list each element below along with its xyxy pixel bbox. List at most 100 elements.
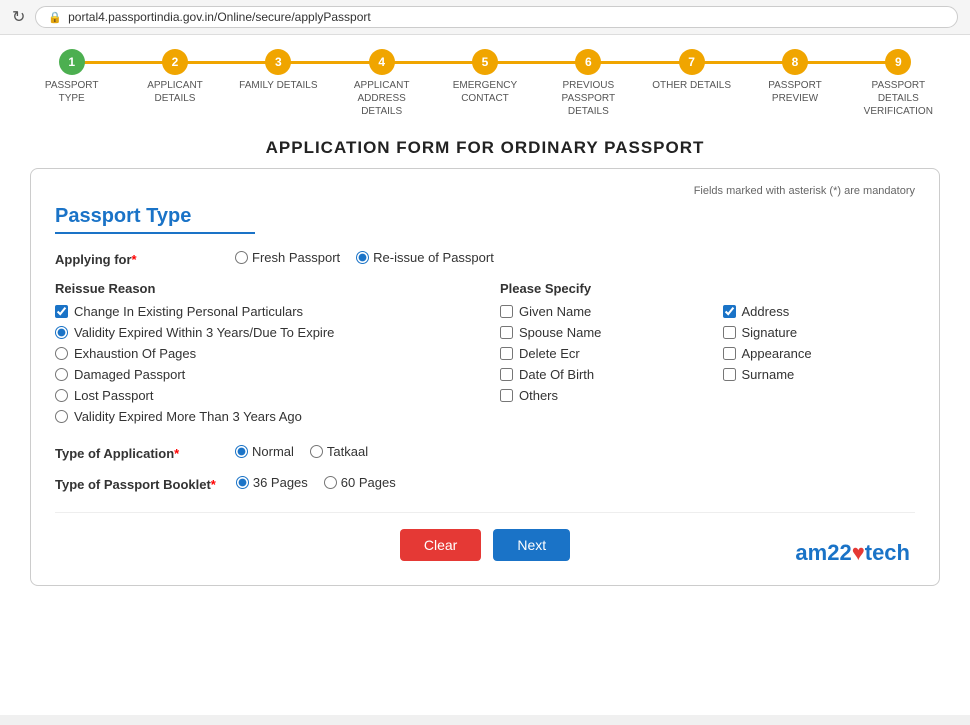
reissue-passport-radio[interactable] — [356, 251, 369, 264]
specify-col-1: Given Name Spouse Name Delete Ecr — [500, 304, 693, 409]
button-row: Clear Next — [55, 512, 915, 561]
reissue-radio-3[interactable] — [55, 368, 68, 381]
tatkaal-radio[interactable] — [310, 445, 323, 458]
step-circle-3: 3 — [265, 49, 291, 75]
step-circle-9: 9 — [885, 49, 911, 75]
progress-bar: 1 PASSPORT TYPE 2 APPLICANT DETAILS 3 FAMILY … — [0, 35, 970, 126]
specify-spouse-name-cb[interactable] — [500, 326, 513, 339]
applying-for-options: Fresh Passport Re-issue of Passport — [235, 250, 494, 265]
progress-step-4[interactable]: 4 APPLICANT ADDRESS DETAILS — [330, 49, 433, 118]
type-of-booklet-row: Type of Passport Booklet* 36 Pages 60 Pa… — [55, 475, 915, 492]
specify-surname-cb[interactable] — [723, 368, 736, 381]
tatkaal-option[interactable]: Tatkaal — [310, 444, 368, 459]
36pages-option[interactable]: 36 Pages — [236, 475, 308, 490]
60pages-option[interactable]: 60 Pages — [324, 475, 396, 490]
reissue-option-4[interactable]: Lost Passport — [55, 388, 470, 403]
reissue-reason-title: Reissue Reason — [55, 281, 470, 296]
specify-dob[interactable]: Date Of Birth — [500, 367, 693, 382]
type-of-application-label: Type of Application* — [55, 444, 215, 461]
fresh-passport-radio[interactable] — [235, 251, 248, 264]
progress-step-8[interactable]: 8 PASSPORT PREVIEW — [743, 49, 846, 105]
specify-address-cb[interactable] — [723, 305, 736, 318]
specify-appearance-cb[interactable] — [723, 347, 736, 360]
step-circle-8: 8 — [782, 49, 808, 75]
reissue-section: Reissue Reason Change In Existing Person… — [55, 281, 915, 430]
main-page: 1 PASSPORT TYPE 2 APPLICANT DETAILS 3 FAMILY … — [0, 35, 970, 715]
browser-bar: ↻ 🔒 portal4.passportindia.gov.in/Online/… — [0, 0, 970, 35]
section-divider — [55, 232, 255, 234]
reissue-option-5[interactable]: Validity Expired More Than 3 Years Ago — [55, 409, 470, 424]
reload-icon[interactable]: ↻ — [12, 7, 25, 27]
reissue-radio-5[interactable] — [55, 410, 68, 423]
normal-radio[interactable] — [235, 445, 248, 458]
applying-for-row: Applying for* Fresh Passport Re-issue of… — [55, 250, 915, 267]
reissue-reason-col: Reissue Reason Change In Existing Person… — [55, 281, 470, 430]
specify-spouse-name[interactable]: Spouse Name — [500, 325, 693, 340]
section-title: Passport Type — [55, 205, 915, 228]
step-circle-2: 2 — [162, 49, 188, 75]
specify-others[interactable]: Others — [500, 388, 693, 403]
type-of-booklet-label: Type of Passport Booklet* — [55, 475, 216, 492]
reissue-radio-1[interactable] — [55, 326, 68, 339]
next-button[interactable]: Next — [493, 529, 570, 561]
progress-step-3[interactable]: 3 FAMILY DETAILS — [227, 49, 330, 92]
specify-signature-cb[interactable] — [723, 326, 736, 339]
60pages-radio[interactable] — [324, 476, 337, 489]
progress-step-2[interactable]: 2 APPLICANT DETAILS — [123, 49, 226, 105]
heart-icon: ♥ — [852, 540, 865, 565]
specify-col-2: Address Signature Appearance — [723, 304, 916, 409]
reissue-checkbox-0[interactable] — [55, 305, 68, 318]
reissue-option-2[interactable]: Exhaustion Of Pages — [55, 346, 470, 361]
reissue-radio-4[interactable] — [55, 389, 68, 402]
specify-address[interactable]: Address — [723, 304, 916, 319]
reissue-option-0[interactable]: Change In Existing Personal Particulars — [55, 304, 470, 319]
step-circle-6: 6 — [575, 49, 601, 75]
specify-others-cb[interactable] — [500, 389, 513, 402]
specify-delete-ecr[interactable]: Delete Ecr — [500, 346, 693, 361]
url-bar[interactable]: 🔒 portal4.passportindia.gov.in/Online/se… — [35, 6, 958, 28]
step-label-3: FAMILY DETAILS — [239, 79, 317, 92]
url-text: portal4.passportindia.gov.in/Online/secu… — [68, 10, 371, 24]
lock-icon: 🔒 — [48, 11, 62, 24]
step-label-1: PASSPORT TYPE — [32, 79, 112, 105]
application-type-options: Normal Tatkaal — [235, 444, 368, 459]
step-label-4: APPLICANT ADDRESS DETAILS — [342, 79, 422, 118]
reissue-option-1[interactable]: Validity Expired Within 3 Years/Due To E… — [55, 325, 470, 340]
fresh-passport-option[interactable]: Fresh Passport — [235, 250, 340, 265]
applying-for-label: Applying for* — [55, 250, 215, 267]
progress-step-7[interactable]: 7 OTHER DETAILS — [640, 49, 743, 92]
clear-button[interactable]: Clear — [400, 529, 481, 561]
step-label-9: PASSPORT DETAILS VERIFICATION — [858, 79, 938, 118]
specify-appearance[interactable]: Appearance — [723, 346, 916, 361]
normal-option[interactable]: Normal — [235, 444, 294, 459]
specify-signature[interactable]: Signature — [723, 325, 916, 340]
specify-dob-cb[interactable] — [500, 368, 513, 381]
reissue-radio-2[interactable] — [55, 347, 68, 360]
36pages-radio[interactable] — [236, 476, 249, 489]
step-label-7: OTHER DETAILS — [652, 79, 731, 92]
step-label-6: PREVIOUS PASSPORT DETAILS — [548, 79, 628, 118]
step-circle-5: 5 — [472, 49, 498, 75]
step-label-2: APPLICANT DETAILS — [135, 79, 215, 105]
specify-delete-ecr-cb[interactable] — [500, 347, 513, 360]
step-label-8: PASSPORT PREVIEW — [755, 79, 835, 105]
mandatory-note: Fields marked with asterisk (*) are mand… — [55, 185, 915, 197]
branding: am22♥tech — [795, 540, 910, 566]
progress-step-9[interactable]: 9 PASSPORT DETAILS VERIFICATION — [847, 49, 950, 118]
specify-surname[interactable]: Surname — [723, 367, 916, 382]
progress-step-1[interactable]: 1 PASSPORT TYPE — [20, 49, 123, 105]
progress-step-6[interactable]: 6 PREVIOUS PASSPORT DETAILS — [537, 49, 640, 118]
specify-given-name-cb[interactable] — [500, 305, 513, 318]
step-circle-1: 1 — [59, 49, 85, 75]
please-specify-section: Given Name Spouse Name Delete Ecr — [500, 304, 915, 409]
step-label-5: EMERGENCY CONTACT — [445, 79, 525, 105]
specify-given-name[interactable]: Given Name — [500, 304, 693, 319]
progress-step-5[interactable]: 5 EMERGENCY CONTACT — [433, 49, 536, 105]
please-specify-title: Please Specify — [500, 281, 915, 296]
step-circle-4: 4 — [369, 49, 395, 75]
form-card: Fields marked with asterisk (*) are mand… — [30, 168, 940, 586]
reissue-passport-option[interactable]: Re-issue of Passport — [356, 250, 494, 265]
step-circle-7: 7 — [679, 49, 705, 75]
reissue-option-3[interactable]: Damaged Passport — [55, 367, 470, 382]
type-of-application-row: Type of Application* Normal Tatkaal — [55, 444, 915, 461]
